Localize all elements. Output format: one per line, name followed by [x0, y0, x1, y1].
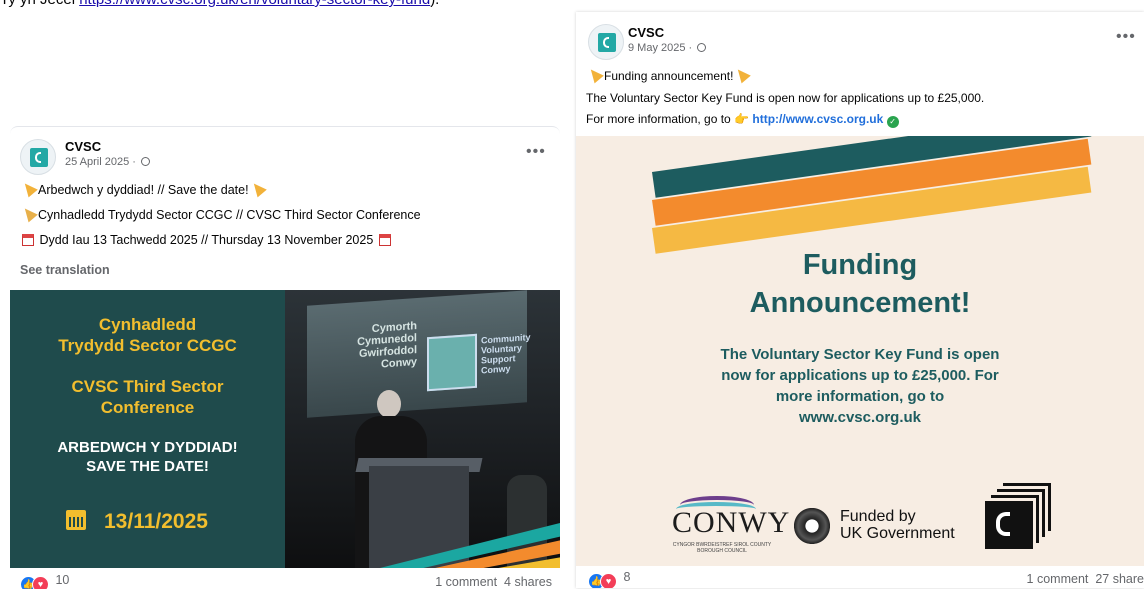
uk-government-logo: Funded by UK Government [840, 508, 955, 542]
page-name[interactable]: CVSC [65, 139, 101, 154]
comments-link[interactable]: 1 comment [1027, 572, 1089, 586]
love-icon: ♥ [32, 576, 49, 589]
funding-para-3: more information, go to [775, 388, 945, 405]
image-title-en-1: CVSC Third Sector [71, 377, 224, 396]
page-name[interactable]: CVSC [628, 25, 664, 40]
comments-link[interactable]: 1 comment [435, 575, 497, 589]
screen-text-en: Community Voluntary Support Conwy [481, 332, 531, 376]
cvsc-logo-icon [427, 333, 477, 392]
verified-check-icon: ✓ [886, 116, 899, 128]
more-options-button[interactable]: ••• [526, 143, 546, 161]
party-popper-icon [248, 179, 267, 198]
avatar[interactable] [20, 139, 56, 175]
see-translation-link[interactable]: See translation [20, 263, 110, 277]
image-text-panel: Cynhadledd Trydydd Sector CCGC CVSC Thir… [10, 290, 285, 568]
cvsc-logo-icon [982, 480, 1054, 552]
image-save-cy: ARBEDWCH Y DYDDIAD! [57, 439, 238, 456]
globe-icon [141, 157, 150, 166]
party-popper-icon [20, 179, 38, 198]
post-line-3: Dydd Iau 13 Tachwedd 2025 // Thursday 13… [20, 233, 393, 247]
top-text-fragment: Ty yn Jecel https://www.cvsc.org.uk/en/v… [0, 0, 439, 8]
funding-title-1: Funding [802, 249, 918, 281]
avatar[interactable] [588, 24, 624, 60]
party-popper-icon [586, 65, 604, 84]
post-date[interactable]: 25 April 2025 · [65, 156, 150, 168]
conwy-subtitle: CYNGOR BWRDEISTREF SIROL COUNTY BOROUGH … [672, 542, 772, 554]
royal-crest-icon [794, 508, 830, 544]
post-funding-announcement: CVSC 9 May 2025 · ••• Funding announceme… [576, 12, 1144, 588]
calendar-icon [66, 510, 86, 530]
post-line-2: The Voluntary Sector Key Fund is open no… [586, 91, 985, 105]
fragment-suffix: ). [430, 0, 439, 8]
post-image-conference[interactable]: Cynhadledd Trydydd Sector CCGC CVSC Thir… [10, 290, 560, 568]
post-image-funding[interactable]: Funding Announcement! The Voluntary Sect… [576, 136, 1144, 566]
logo-strip: CONWY CYNGOR BWRDEISTREF SIROL COUNTY BO… [576, 476, 1144, 566]
reactions[interactable]: 👍 ♥ 10 [20, 573, 69, 589]
post-line-1: Arbedwch y dyddiad! // Save the date! [20, 179, 267, 198]
post-date[interactable]: 9 May 2025 · [628, 42, 707, 54]
image-title-cy-2: Trydydd Sector CCGC [58, 336, 237, 355]
funding-para-2: now for applications up to £25,000. For [721, 367, 999, 384]
party-popper-icon [20, 204, 38, 223]
reactions[interactable]: 👍 ♥ 8 [588, 570, 630, 588]
party-popper-icon [733, 65, 752, 84]
engagement-stats: 1 comment 4 shares [435, 575, 552, 589]
cvsc-website-link[interactable]: http://www.cvsc.org.uk [752, 112, 883, 126]
post-line-2: Cynhadledd Trydydd Sector CCGC // CVSC T… [20, 204, 421, 223]
screen-text-cy: Cymorth Cymunedol Gwirfoddol Conwy [357, 320, 417, 371]
engagement-stats: 1 comment 27 share [1027, 572, 1144, 586]
image-save-en: SAVE THE DATE! [86, 458, 209, 475]
funding-para-1: The Voluntary Sector Key Fund is open [720, 346, 1000, 363]
conference-photo: Cymorth Cymunedol Gwirfoddol Conwy Commu… [285, 290, 560, 568]
post-line-3: For more information, go to 👉 http://www… [586, 112, 899, 128]
fragment-link[interactable]: https://www.cvsc.org.uk/en/voluntary-sec… [79, 0, 430, 8]
image-date: 13/11/2025 [66, 510, 208, 534]
calendar-icon [22, 234, 34, 246]
post-save-the-date: CVSC 25 April 2025 · ••• Arbedwch y dydd… [10, 126, 560, 589]
globe-icon [697, 43, 707, 52]
funding-title-2: Announcement! [749, 287, 971, 319]
decorative-stripes [380, 523, 560, 568]
calendar-icon [378, 234, 391, 246]
image-title-cy-1: Cynhadledd [98, 315, 197, 334]
shares-link[interactable]: 4 shares [504, 575, 552, 589]
more-options-button[interactable]: ••• [1116, 28, 1136, 46]
funding-para-4: www.cvsc.org.uk [799, 409, 921, 426]
love-icon: ♥ [600, 573, 617, 588]
image-title-en-2: Conference [100, 398, 195, 417]
shares-link[interactable]: 27 share [1095, 572, 1144, 586]
pointing-hand-icon: 👉 [734, 112, 750, 126]
fragment-prefix: Ty yn Jecel [0, 0, 75, 8]
post-line-1: Funding announcement! [586, 65, 752, 84]
conwy-logo: CONWY [672, 506, 791, 539]
